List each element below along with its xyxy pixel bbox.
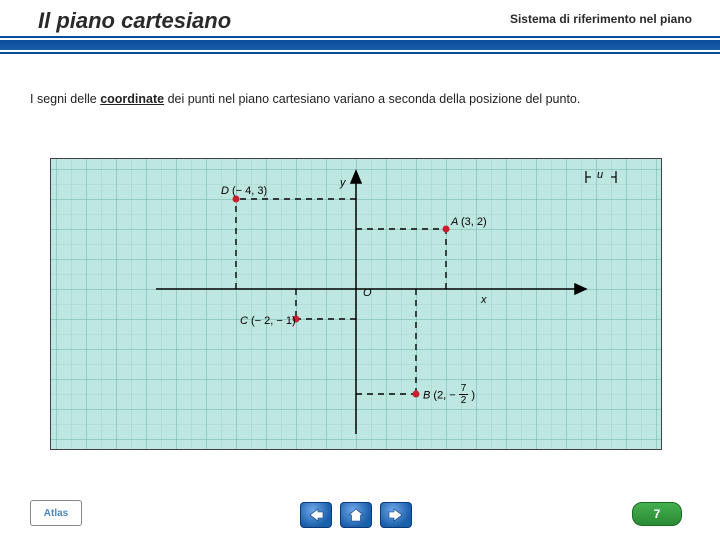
point-B-label: B (2, − 72 ) [423,384,475,407]
body-text-post: dei punti nel piano cartesiano variano a… [164,92,580,106]
point-C-label: C (− 2, − 1) [240,315,296,327]
logo-text: Atlas [44,508,68,519]
publisher-logo: Atlas [30,500,82,526]
point-D-label: D (− 4, 3) [221,185,267,197]
arrow-right-icon [388,508,404,522]
slide-header: Il piano cartesiano Sistema di riferimen… [0,0,720,50]
y-axis-label: y [340,177,346,189]
body-text: I segni delle coordinate dei punti nel p… [30,92,580,106]
nav-button-group [300,502,412,528]
unit-label: u [597,169,603,181]
point-A [443,226,450,233]
page-title: Il piano cartesiano [38,8,231,34]
cartesian-plane-chart: y x O u A (3, 2) D (− 4, 3) C (− 2, − 1)… [50,158,662,450]
chart-svg [51,159,661,449]
point-A-label: A (3, 2) [451,216,487,228]
point-B [413,391,420,398]
page-number-badge: 7 [632,502,682,526]
arrow-left-icon [308,508,324,522]
header-rule [0,36,720,54]
page-subtitle: Sistema di riferimento nel piano [510,12,692,26]
body-text-bold: coordinate [100,92,164,106]
body-text-pre: I segni delle [30,92,100,106]
home-button[interactable] [340,502,372,528]
x-axis-label: x [481,294,487,306]
next-button[interactable] [380,502,412,528]
home-icon [348,508,364,522]
origin-label: O [363,287,372,299]
prev-button[interactable] [300,502,332,528]
